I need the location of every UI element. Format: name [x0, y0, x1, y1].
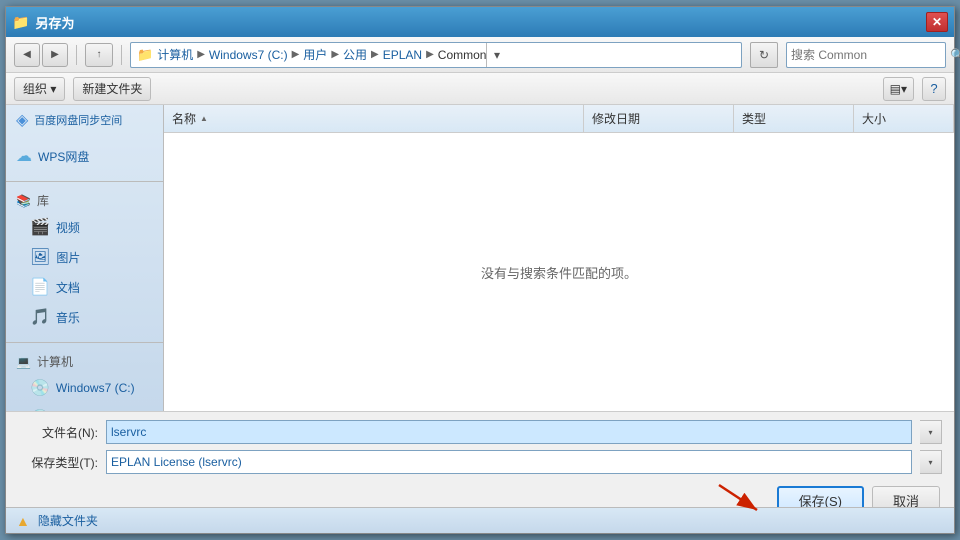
breadcrumb-part-5[interactable]: EPLAN: [383, 48, 422, 62]
documents-label: 文档: [56, 279, 80, 296]
organize-button[interactable]: 组织 ▾: [14, 77, 65, 101]
filetype-input[interactable]: [106, 450, 912, 474]
breadcrumb-bar[interactable]: 📁 计算机 ▶ Windows7 (C:) ▶ 用户 ▶ 公用 ▶ EPLAN …: [130, 42, 742, 68]
breadcrumb-sep-3: ▶: [331, 49, 339, 60]
filename-input[interactable]: [106, 420, 912, 444]
dialog-title: 另存为: [35, 13, 926, 32]
baidu-icon: ◈: [16, 110, 28, 130]
col-size-label: 大小: [862, 110, 886, 127]
col-type-label: 类型: [742, 110, 766, 127]
action-toolbar: 组织 ▾ 新建文件夹 ▤▾ ?: [6, 73, 954, 105]
title-bar: 📁 另存为 ✕: [6, 7, 954, 37]
col-name-label: 名称: [172, 110, 196, 127]
sidebar-item-baidu[interactable]: ◈ 百度网盘同步空间: [6, 105, 163, 135]
arrow-indicator: [709, 480, 769, 520]
sidebar-item-pictures[interactable]: 🖼 图片: [6, 242, 163, 272]
sidebar-divider-1: [6, 181, 163, 182]
computer-icon: 💻: [16, 355, 31, 369]
breadcrumb-part-3[interactable]: 用户: [303, 46, 327, 63]
empty-message: 没有与搜索条件匹配的项。: [481, 263, 637, 282]
documents-icon: 📄: [30, 277, 50, 297]
nav-toolbar: ◀ ▶ ↑ 📁 计算机 ▶ Windows7 (C:) ▶ 用户 ▶ 公用 ▶ …: [6, 37, 954, 73]
sidebar: ◈ 百度网盘同步空间 ☁ WPS网盘 📚 库 🎬 视频 🖼 图片: [6, 105, 164, 411]
breadcrumb-sep-1: ▶: [197, 49, 205, 60]
breadcrumb-part-1[interactable]: 计算机: [157, 46, 193, 63]
filetype-dropdown[interactable]: ▾: [920, 450, 942, 474]
search-box[interactable]: 🔍: [786, 42, 946, 68]
filename-dropdown[interactable]: ▾: [920, 420, 942, 444]
sidebar-section-library: 📚 库: [6, 186, 163, 212]
pictures-icon: 🖼: [30, 247, 50, 267]
video-label: 视频: [56, 219, 80, 236]
library-icon: 📚: [16, 194, 31, 208]
nav-separator2: [121, 45, 122, 65]
file-header: 名称 ▲ 修改日期 类型 大小: [164, 105, 954, 133]
breadcrumb-sep-5: ▶: [426, 49, 434, 60]
pictures-label: 图片: [56, 249, 80, 266]
breadcrumb-sep-2: ▶: [292, 49, 300, 60]
breadcrumb-dropdown[interactable]: ▾: [486, 42, 506, 68]
col-header-name[interactable]: 名称 ▲: [164, 105, 584, 132]
sidebar-item-c-drive[interactable]: 💿 Windows7 (C:): [6, 373, 163, 403]
folder-toggle-icon: ▲: [16, 513, 30, 529]
forward-button[interactable]: ▶: [42, 43, 68, 67]
search-input[interactable]: [791, 48, 946, 62]
sidebar-item-documents[interactable]: 📄 文档: [6, 272, 163, 302]
music-icon: 🎵: [30, 307, 50, 327]
breadcrumb-parts: 计算机 ▶ Windows7 (C:) ▶ 用户 ▶ 公用 ▶ EPLAN ▶ …: [157, 46, 486, 63]
sidebar-item-baidu-label: 百度网盘同步空间: [34, 112, 122, 128]
filename-label: 文件名(N):: [18, 424, 98, 441]
breadcrumb-part-4[interactable]: 公用: [343, 46, 367, 63]
video-icon: 🎬: [30, 217, 50, 237]
back-button[interactable]: ◀: [14, 43, 40, 67]
col-date-label: 修改日期: [592, 110, 640, 127]
music-label: 音乐: [56, 309, 80, 326]
search-icon: 🔍: [950, 48, 960, 62]
filename-row: 文件名(N): ▾: [18, 420, 942, 444]
c-drive-label: Windows7 (C:): [56, 381, 135, 395]
sidebar-item-wps-label: WPS网盘: [38, 148, 89, 165]
hide-folders-toggle[interactable]: 隐藏文件夹: [38, 512, 98, 529]
footer-bar: ▲ 隐藏文件夹: [6, 507, 954, 533]
sidebar-divider-2: [6, 342, 163, 343]
bottom-panel: 文件名(N): ▾ 保存类型(T): ▾ 保存(S) 取消: [6, 411, 954, 507]
sidebar-item-wps[interactable]: ☁ WPS网盘: [6, 141, 163, 171]
filetype-label: 保存类型(T):: [18, 454, 98, 471]
close-button[interactable]: ✕: [926, 12, 948, 32]
library-label: 库: [37, 192, 49, 209]
breadcrumb-part-6[interactable]: Common: [438, 48, 487, 62]
sidebar-section-computer: 💻 计算机: [6, 347, 163, 373]
dialog-icon: 📁: [12, 14, 29, 31]
file-area: 名称 ▲ 修改日期 类型 大小 没有与搜索条件匹配的项。: [164, 105, 954, 411]
filetype-row: 保存类型(T): ▾: [18, 450, 942, 474]
sidebar-item-music[interactable]: 🎵 音乐: [6, 302, 163, 332]
breadcrumb-part-2[interactable]: Windows7 (C:): [209, 48, 288, 62]
c-drive-icon: 💿: [30, 378, 50, 398]
main-area: ◈ 百度网盘同步空间 ☁ WPS网盘 📚 库 🎬 视频 🖼 图片: [6, 105, 954, 411]
col-header-date[interactable]: 修改日期: [584, 105, 734, 132]
save-dialog: 📁 另存为 ✕ ◀ ▶ ↑ 📁 计算机 ▶ Windows7 (C:) ▶ 用户…: [5, 6, 955, 534]
sidebar-item-video[interactable]: 🎬 视频: [6, 212, 163, 242]
new-folder-button[interactable]: 新建文件夹: [73, 77, 151, 101]
wps-icon: ☁: [16, 146, 32, 166]
sort-arrow: ▲: [200, 114, 208, 123]
up-button[interactable]: ↑: [85, 43, 113, 67]
nav-separator: [76, 45, 77, 65]
col-header-type[interactable]: 类型: [734, 105, 854, 132]
help-button[interactable]: ?: [922, 77, 946, 101]
breadcrumb-folder-icon: 📁: [137, 47, 153, 63]
refresh-button[interactable]: ↻: [750, 42, 778, 68]
col-header-size[interactable]: 大小: [854, 105, 954, 132]
nav-buttons: ◀ ▶: [14, 43, 68, 67]
file-content: 没有与搜索条件匹配的项。: [164, 133, 954, 411]
breadcrumb-sep-4: ▶: [371, 49, 379, 60]
computer-label: 计算机: [37, 353, 73, 370]
sidebar-item-d-drive[interactable]: 💿 新加卷 (D:): [6, 403, 163, 411]
view-button[interactable]: ▤▾: [883, 77, 914, 101]
